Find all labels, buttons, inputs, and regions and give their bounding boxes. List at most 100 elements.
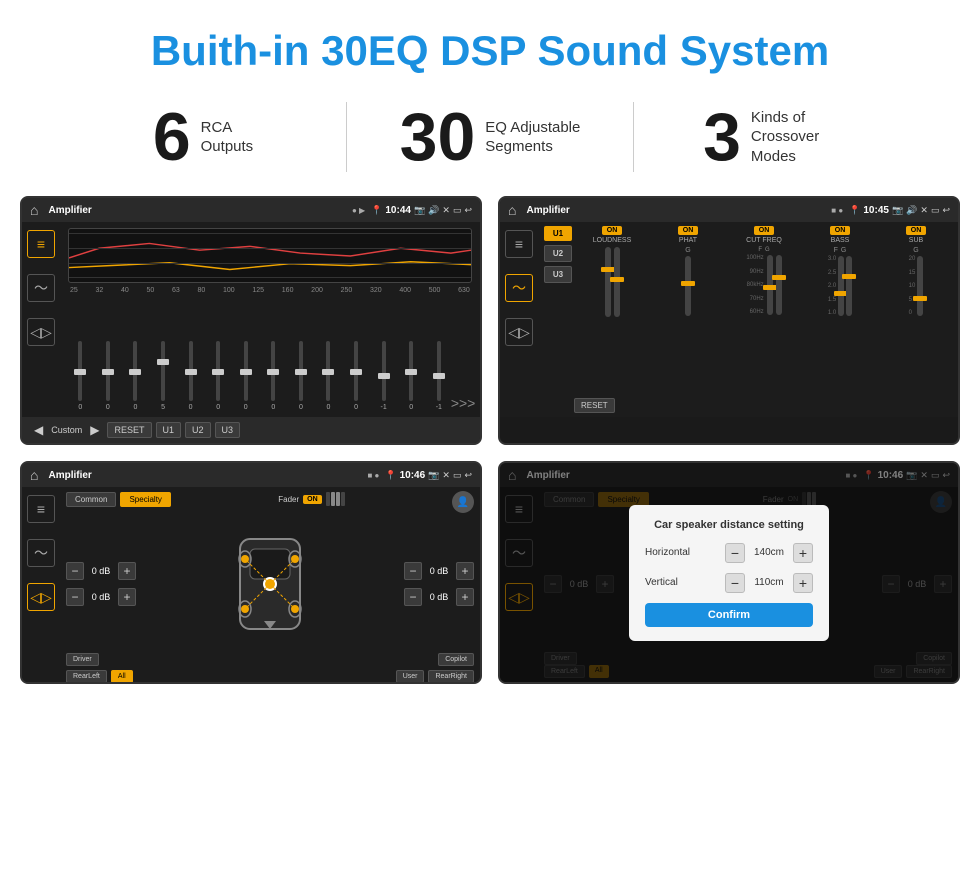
home-icon-3[interactable]: ⌂ xyxy=(30,467,38,483)
fader-label: Fader xyxy=(278,495,299,504)
slider-col-8: 0 xyxy=(261,341,286,411)
bass-slider2[interactable] xyxy=(846,256,852,316)
slider-track-13[interactable] xyxy=(409,341,413,401)
eq-graph-lines xyxy=(69,229,471,282)
slider-track-6[interactable] xyxy=(216,341,220,401)
close-icon-1: ✕ xyxy=(442,205,450,216)
sub-on[interactable]: ON xyxy=(906,226,927,235)
speaker-icon-2[interactable]: ◁▷ xyxy=(505,318,533,346)
horizontal-minus-btn[interactable]: − xyxy=(725,543,745,563)
vol-plus-1[interactable]: + xyxy=(118,562,136,580)
rearleft-btn[interactable]: RearLeft xyxy=(66,670,107,683)
driver-btn[interactable]: Driver xyxy=(66,653,99,666)
loudness-on[interactable]: ON xyxy=(602,226,623,235)
fader-on-btn[interactable]: ON xyxy=(303,495,322,504)
slider-val-8: 0 xyxy=(271,404,275,411)
profile-icon-3[interactable]: 👤 xyxy=(452,491,474,513)
vertical-label: Vertical xyxy=(645,577,678,588)
speaker-controls: − 0 dB + − 0 dB + xyxy=(66,519,474,649)
home-icon-2[interactable]: ⌂ xyxy=(508,202,516,218)
common-tab[interactable]: Common xyxy=(66,492,116,507)
slider-track-1[interactable] xyxy=(78,341,82,401)
horizontal-label: Horizontal xyxy=(645,547,690,558)
loudness-group: ON LOUDNESS xyxy=(576,226,648,390)
vol-plus-3[interactable]: + xyxy=(456,562,474,580)
sub-slider[interactable] xyxy=(917,256,923,316)
slider-track-3[interactable] xyxy=(133,341,137,401)
eq-icon-2[interactable]: ≡ xyxy=(505,230,533,258)
all-btn[interactable]: All xyxy=(111,670,133,683)
phat-on[interactable]: ON xyxy=(678,226,699,235)
slider-track-2[interactable] xyxy=(106,341,110,401)
slider-track-11[interactable] xyxy=(354,341,358,401)
slider-track-10[interactable] xyxy=(326,341,330,401)
u1-channel[interactable]: U1 xyxy=(544,226,572,241)
slider-track-9[interactable] xyxy=(299,341,303,401)
reset-button-1[interactable]: RESET xyxy=(107,422,151,438)
vertical-ctrl: − 110cm + xyxy=(725,573,813,593)
wave-icon-2[interactable]: 〜 xyxy=(505,274,533,302)
slider-track-7[interactable] xyxy=(244,341,248,401)
eq-icon-3[interactable]: ≡ xyxy=(27,495,55,523)
slider-track-8[interactable] xyxy=(271,341,275,401)
prev-button[interactable]: ◀ xyxy=(30,423,47,437)
loudness-slider1[interactable] xyxy=(605,247,611,317)
u1-button-1[interactable]: U1 xyxy=(156,422,182,438)
copilot-btn[interactable]: Copilot xyxy=(438,653,474,666)
sub-label: SUB xyxy=(909,237,923,244)
minimize-icon-2: ▭ xyxy=(931,205,940,216)
stat-number-rca: 6 xyxy=(153,103,191,171)
u3-channel[interactable]: U3 xyxy=(544,266,572,283)
car-diagram xyxy=(142,519,398,649)
u3-button-1[interactable]: U3 xyxy=(215,422,241,438)
speaker-icon-3[interactable]: ◁▷ xyxy=(27,583,55,611)
cutfreq-slider2[interactable] xyxy=(776,255,782,315)
location-icon-3: 📍 xyxy=(385,470,396,481)
stat-rca: 6 RCAOutputs xyxy=(60,103,346,171)
back-icon-1[interactable]: ↩ xyxy=(464,205,472,216)
eq-icon[interactable]: ≡ xyxy=(27,230,55,258)
slider-track-12[interactable] xyxy=(382,341,386,401)
slider-val-13: 0 xyxy=(409,404,413,411)
slider-thumb-12 xyxy=(378,373,390,379)
back-icon-2[interactable]: ↩ xyxy=(942,205,950,216)
back-icon-3[interactable]: ↩ xyxy=(464,470,472,481)
dialog-title: Car speaker distance setting xyxy=(645,519,813,531)
vol-plus-4[interactable]: + xyxy=(456,588,474,606)
vol-minus-1[interactable]: − xyxy=(66,562,84,580)
wave-icon[interactable]: 〜 xyxy=(27,274,55,302)
bass-slider1[interactable] xyxy=(838,256,844,316)
vol-plus-2[interactable]: + xyxy=(118,588,136,606)
vol-minus-4[interactable]: − xyxy=(404,588,422,606)
fader-slider[interactable] xyxy=(326,492,345,506)
more-icon[interactable]: >>> xyxy=(454,395,472,411)
play-button[interactable]: ▶ xyxy=(86,423,103,437)
slider-thumb-3 xyxy=(129,369,141,375)
phat-slider[interactable] xyxy=(685,256,691,316)
slider-track-4[interactable] xyxy=(161,341,165,401)
slider-track-14[interactable] xyxy=(437,341,441,401)
home-icon[interactable]: ⌂ xyxy=(30,202,38,218)
reset-button-2[interactable]: RESET xyxy=(574,398,615,413)
u2-button-1[interactable]: U2 xyxy=(185,422,211,438)
loudness-slider2[interactable] xyxy=(614,247,620,317)
speaker-icon[interactable]: ◁▷ xyxy=(27,318,55,346)
vol-val-1: 0 dB xyxy=(87,566,115,576)
wave-icon-3[interactable]: 〜 xyxy=(27,539,55,567)
rearright-btn[interactable]: RearRight xyxy=(428,670,474,683)
horizontal-plus-btn[interactable]: + xyxy=(793,543,813,563)
confirm-button[interactable]: Confirm xyxy=(645,603,813,627)
bass-on[interactable]: ON xyxy=(830,226,851,235)
cutfreq-slider1[interactable] xyxy=(767,255,773,315)
user-btn[interactable]: User xyxy=(396,670,425,683)
slider-track-5[interactable] xyxy=(189,341,193,401)
vertical-minus-btn[interactable]: − xyxy=(725,573,745,593)
cutfreq-on[interactable]: ON xyxy=(754,226,775,235)
vertical-plus-btn[interactable]: + xyxy=(793,573,813,593)
u2-channel[interactable]: U2 xyxy=(544,245,572,262)
specialty-tab[interactable]: Specialty xyxy=(120,492,170,507)
phat-group: ON PHAT G xyxy=(652,226,724,390)
vol-minus-3[interactable]: − xyxy=(404,562,422,580)
speaker-bottom: Driver Copilot xyxy=(66,653,474,666)
vol-minus-2[interactable]: − xyxy=(66,588,84,606)
